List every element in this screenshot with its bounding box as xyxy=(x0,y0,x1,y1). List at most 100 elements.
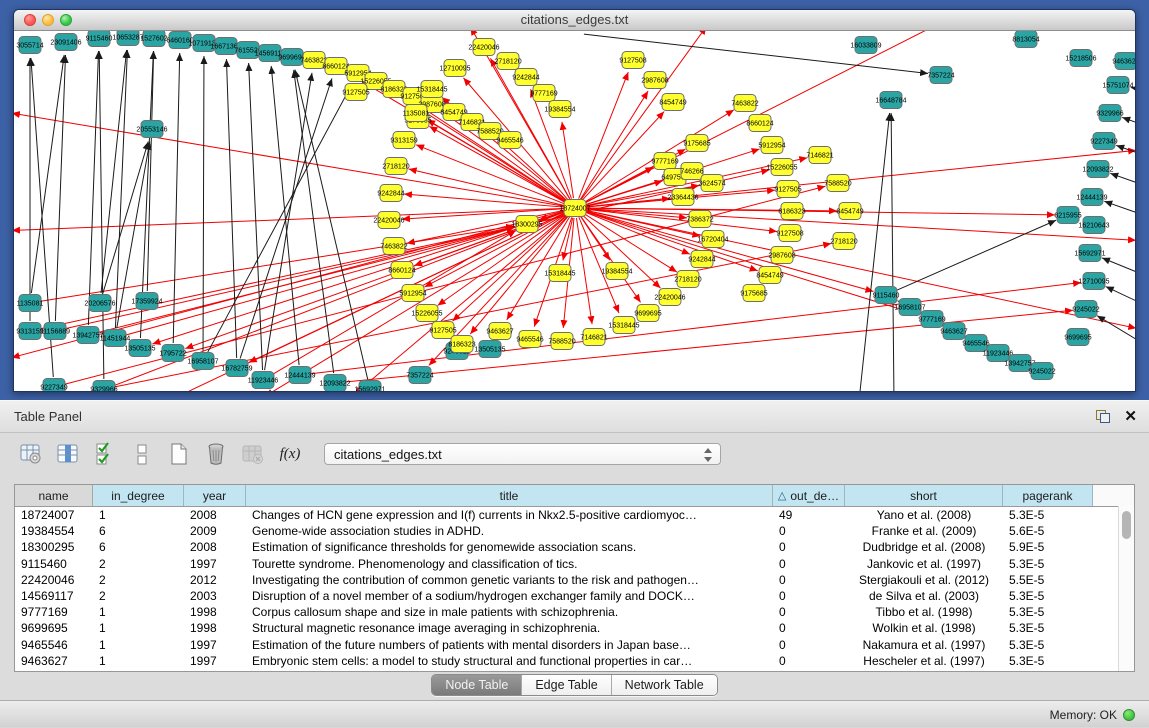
network-node[interactable]: 8215955 xyxy=(1054,207,1081,224)
delete-icon[interactable] xyxy=(203,441,229,467)
network-window[interactable]: citations_edges.txt 30557142309140691154… xyxy=(13,9,1136,392)
deselect-all-icon[interactable] xyxy=(129,441,155,467)
citation-edge-black[interactable] xyxy=(1110,173,1135,183)
function-builder-icon[interactable]: f(x) xyxy=(277,441,303,467)
network-node[interactable]: 12093822 xyxy=(1082,161,1113,178)
network-node[interactable]: 23364436 xyxy=(667,189,698,206)
network-node[interactable]: 9465546 xyxy=(496,132,523,149)
citation-edge-red[interactable] xyxy=(581,216,610,260)
network-node[interactable]: 7386372 xyxy=(686,211,713,228)
network-node[interactable]: 9227349 xyxy=(1090,133,1117,150)
citation-edge-black[interactable] xyxy=(1097,316,1135,342)
citation-edge-black[interactable] xyxy=(249,63,263,370)
citation-edge-black[interactable] xyxy=(860,113,890,391)
network-node[interactable]: 8660124 xyxy=(746,115,773,132)
table-row[interactable]: 969969511998Structural magnetic resonanc… xyxy=(15,620,1134,636)
network-node[interactable]: 9777169 xyxy=(918,311,945,328)
citation-edge-black[interactable] xyxy=(115,50,127,328)
network-node[interactable]: 8186323 xyxy=(778,203,805,220)
network-node[interactable]: 8186323 xyxy=(448,336,475,353)
network-node[interactable]: 9463627 xyxy=(486,323,513,340)
network-node[interactable]: 9465546 xyxy=(962,335,989,352)
table-settings-icon[interactable] xyxy=(18,441,44,467)
network-node[interactable]: 11451944 xyxy=(100,330,131,347)
citation-edge-black[interactable] xyxy=(1102,258,1135,273)
network-node[interactable]: 18300295 xyxy=(511,216,542,233)
network-node[interactable]: 2718120 xyxy=(382,158,409,175)
column-header-short[interactable]: short xyxy=(845,485,1003,506)
scrollbar-thumb[interactable] xyxy=(1122,511,1131,539)
table-row[interactable]: 1830029562008Estimation of significance … xyxy=(15,539,1134,555)
network-node[interactable]: 746266 xyxy=(680,163,703,180)
network-node[interactable]: 9242844 xyxy=(377,185,404,202)
network-node[interactable]: 22420046 xyxy=(654,289,685,306)
network-node[interactable]: 7588520 xyxy=(548,333,575,350)
network-node[interactable]: 8454749 xyxy=(836,203,863,220)
network-node[interactable]: 15226055 xyxy=(411,305,442,322)
network-node[interactable]: 2718120 xyxy=(674,271,701,288)
network-node[interactable]: 10653287 xyxy=(112,31,143,46)
column-header-name[interactable]: name xyxy=(15,485,93,506)
citation-edge-red[interactable] xyxy=(125,227,515,335)
network-node[interactable]: 13505135 xyxy=(474,341,505,358)
network-node[interactable]: 15318445 xyxy=(544,265,575,282)
network-node[interactable]: 11156889 xyxy=(40,323,70,340)
citation-edge-red[interactable] xyxy=(404,194,565,207)
table-row[interactable]: 1872400712008Changes of HCN gene express… xyxy=(15,507,1134,523)
citation-edge-red[interactable] xyxy=(98,227,515,332)
network-node[interactable]: 2987608 xyxy=(641,72,668,89)
network-node[interactable]: 1795722 xyxy=(159,345,186,362)
citation-edge-black[interactable] xyxy=(103,141,148,293)
network-node[interactable]: 15318445 xyxy=(608,317,639,334)
network-node[interactable]: 19384554 xyxy=(601,263,632,280)
network-node[interactable]: 8454749 xyxy=(756,267,783,284)
network-node[interactable]: 9245022 xyxy=(1028,363,1055,380)
network-node[interactable]: 9329966 xyxy=(90,381,117,392)
network-node[interactable]: 9127505 xyxy=(774,181,801,198)
network-node[interactable]: 20206576 xyxy=(84,295,115,312)
network-node[interactable]: 9127508 xyxy=(776,225,803,242)
network-node[interactable]: 7146821 xyxy=(580,329,607,346)
network-node[interactable]: 7463822 xyxy=(731,95,758,112)
network-node[interactable]: 19384554 xyxy=(544,101,575,118)
tab-network-table[interactable]: Network Table xyxy=(612,675,717,695)
network-node[interactable]: 8454749 xyxy=(659,94,686,111)
network-node[interactable]: 13505135 xyxy=(124,340,155,357)
new-document-icon[interactable] xyxy=(166,441,192,467)
table-row[interactable]: 1938455462009Genome-wide association stu… xyxy=(15,523,1134,539)
network-node[interactable]: 12710095 xyxy=(1078,273,1109,290)
network-node[interactable]: 1527602 xyxy=(140,31,167,47)
close-panel-icon[interactable]: ✕ xyxy=(1124,409,1137,424)
citation-edge-red[interactable] xyxy=(583,213,677,272)
network-node[interactable]: 9127508 xyxy=(619,52,646,69)
network-node[interactable]: 12444139 xyxy=(284,367,315,384)
network-node[interactable]: 15751074 xyxy=(1102,77,1133,94)
citation-edge-black[interactable] xyxy=(295,70,368,380)
network-node[interactable]: 7463822 xyxy=(380,238,407,255)
network-node[interactable]: 15692971 xyxy=(1074,245,1105,262)
citation-edge-black[interactable] xyxy=(294,70,334,373)
network-node[interactable]: 9115460 xyxy=(873,287,900,304)
network-node[interactable]: 9329966 xyxy=(1096,105,1123,122)
table-row[interactable]: 946554611997Estimation of the future num… xyxy=(15,637,1134,653)
network-node[interactable]: 15692971 xyxy=(354,381,385,392)
table-row[interactable]: 946362711997Embryonic stem cells: a mode… xyxy=(15,653,1134,669)
network-node[interactable]: 20553146 xyxy=(136,121,167,138)
table-row[interactable]: 1456911722003Disruption of a novel membe… xyxy=(15,588,1134,604)
network-node[interactable]: 9463627 xyxy=(940,323,967,340)
network-node[interactable]: 16033809 xyxy=(850,37,881,54)
network-node[interactable]: 1135081 xyxy=(17,295,44,312)
citation-edge-black[interactable] xyxy=(891,113,894,391)
network-node[interactable]: 16210643 xyxy=(1078,217,1109,234)
network-node[interactable]: 16720404 xyxy=(697,231,728,248)
citation-network-graph[interactable]: 3055714230914069115460106532871527602646… xyxy=(14,31,1135,391)
network-node[interactable]: 9175685 xyxy=(740,285,767,302)
network-node[interactable]: 22420046 xyxy=(373,212,404,229)
network-node[interactable]: 8660124 xyxy=(388,262,415,279)
network-node[interactable]: 9242844 xyxy=(512,69,539,86)
network-node[interactable]: 2987608 xyxy=(768,247,795,264)
network-node[interactable]: 9245022 xyxy=(1072,301,1099,318)
table-selector-dropdown[interactable]: citations_edges.txt xyxy=(324,443,721,465)
network-node[interactable]: 9127505 xyxy=(342,84,369,101)
network-node[interactable]: 9242844 xyxy=(688,251,715,268)
